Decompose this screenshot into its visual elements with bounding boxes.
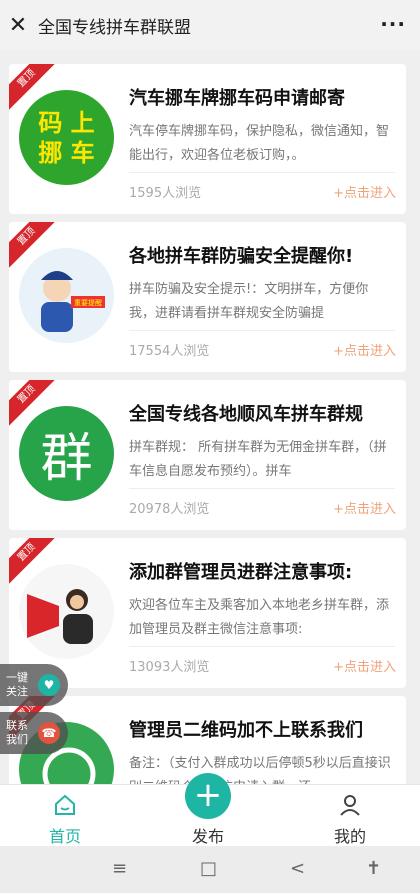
card-title: 添加群管理员进群注意事项: xyxy=(129,562,353,583)
enter-link[interactable]: +点击进入 xyxy=(333,182,396,201)
list-item[interactable]: 置顶 群 全国专线各地顺风车拼车群规 拼车群规： 所有拼车群为无佣金拼车群，（拼… xyxy=(9,380,406,530)
thumb-text: 码 上挪 车 xyxy=(38,108,95,167)
list-item[interactable]: 置顶 重要提醒 各地拼车群防骗安全提醒你! 拼车防骗及安全提示!：文明拼车，方便… xyxy=(9,222,406,372)
view-count: 20978人浏览 xyxy=(129,502,210,517)
home-button[interactable]: □ xyxy=(200,858,217,879)
divider xyxy=(129,646,395,647)
divider xyxy=(129,172,395,173)
divider xyxy=(129,488,395,489)
card-desc: 拼车防骗及安全提示!：文明拼车，方便你我，进群请看拼车群规安全防骗提 xyxy=(129,282,369,321)
card-title: 汽车挪车牌挪车码申请邮寄 xyxy=(129,88,345,109)
close-icon[interactable]: ✕ xyxy=(0,0,36,50)
enter-link[interactable]: +点击进入 xyxy=(333,498,396,517)
home-icon xyxy=(55,794,75,815)
card-desc: 欢迎各位车主及乘客加入本地老乡拼车群，添加管理员及群主微信注意事项: xyxy=(129,598,390,637)
contact-button[interactable]: 联系我们 ☎ xyxy=(0,712,68,754)
thumb-text: 重要提醒 xyxy=(74,298,102,307)
tab-home[interactable]: 首页 xyxy=(5,785,125,847)
card-title: 全国专线各地顺风车拼车群规 xyxy=(129,404,363,425)
thumbnail: 码 上挪 车 xyxy=(19,90,114,185)
bottom-tab-bar: 首页 + 发布 我的 xyxy=(0,773,420,847)
menu-icon[interactable]: ≡ xyxy=(112,858,127,879)
police-icon: 重要提醒 xyxy=(19,248,114,343)
tab-label: 我的 xyxy=(333,827,366,846)
tab-label: 发布 xyxy=(191,827,224,846)
tab-publish[interactable]: + 发布 xyxy=(148,773,268,847)
system-nav-bar: ≡ □ < ✝ xyxy=(0,846,420,893)
back-icon[interactable]: < xyxy=(290,858,305,879)
enter-link[interactable]: +点击进入 xyxy=(333,340,396,359)
card-title: 管理员二维码加不上联系我们 xyxy=(129,720,363,741)
title-bar: ✕ 全国专线拼车群联盟 ··· xyxy=(0,0,420,50)
list-item[interactable]: 置顶 添加群管理员进群注意事项: 欢迎各位车主及乘客加入本地老乡拼车群，添加管理… xyxy=(9,538,406,688)
tab-mine[interactable]: 我的 xyxy=(290,785,410,847)
tab-label: 首页 xyxy=(48,827,81,846)
view-count: 17554人浏览 xyxy=(129,344,210,359)
page-title: 全国专线拼车群联盟 xyxy=(38,17,191,38)
plus-icon[interactable]: + xyxy=(185,773,231,819)
view-count: 1595人浏览 xyxy=(129,186,202,201)
floating-actions: 一键关注 ♥ 联系我们 ☎ xyxy=(0,664,68,760)
card-title: 各地拼车群防骗安全提醒你! xyxy=(129,246,354,267)
card-desc: 汽车停车牌挪车码，保护隐私，微信通知，智能出行，欢迎各位老板订购，。 xyxy=(129,124,390,163)
follow-label: 一键关注 xyxy=(6,671,28,698)
card-desc: 拼车群规： 所有拼车群为无佣金拼车群，（拼车信息自愿发布预约）。拼车 xyxy=(129,440,387,479)
phone-icon: ☎ xyxy=(38,722,60,744)
megaphone-icon xyxy=(19,564,114,659)
follow-button[interactable]: 一键关注 ♥ xyxy=(0,664,68,706)
thumb-text: 群 xyxy=(40,429,93,489)
accessibility-icon[interactable]: ✝ xyxy=(366,858,381,879)
list-item[interactable]: 置顶 码 上挪 车 汽车挪车牌挪车码申请邮寄 汽车停车牌挪车码，保护隐私，微信通… xyxy=(9,64,406,214)
list-item[interactable]: 置顶 管理员二维码加不上联系我们 备注：（支付入群成功以后停顿5秒以后直接识别二… xyxy=(9,696,406,784)
view-count: 13093人浏览 xyxy=(129,660,210,675)
user-icon xyxy=(340,795,360,816)
heart-icon: ♥ xyxy=(38,674,60,696)
group-icon: 群 xyxy=(19,406,114,501)
enter-link[interactable]: +点击进入 xyxy=(333,656,396,675)
contact-label: 联系我们 xyxy=(6,719,28,746)
card-desc: 备注：（支付入群成功以后停顿5秒以后直接识别二维码个人微信申请入群，还 xyxy=(129,756,391,784)
divider xyxy=(129,330,395,331)
more-icon[interactable]: ··· xyxy=(380,12,406,36)
